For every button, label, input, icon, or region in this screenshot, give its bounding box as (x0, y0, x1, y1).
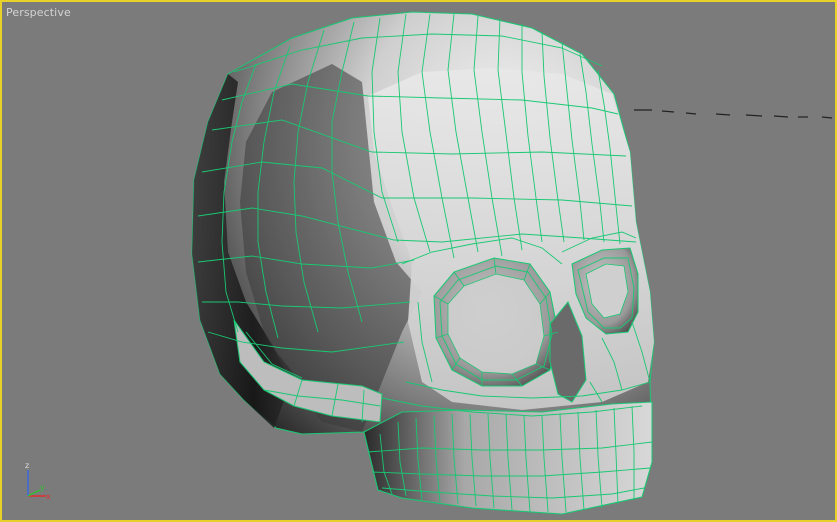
z-axis-label: z (25, 461, 29, 470)
y-axis-line (27, 489, 41, 497)
y-axis-label: y (40, 483, 45, 492)
axis-tripod-icon: z x y (25, 461, 51, 501)
perspective-viewport[interactable]: Perspective z x y (0, 0, 837, 522)
skull-mesh[interactable] (2, 2, 835, 520)
x-axis-label: x (46, 492, 51, 501)
distant-edge (634, 109, 833, 119)
